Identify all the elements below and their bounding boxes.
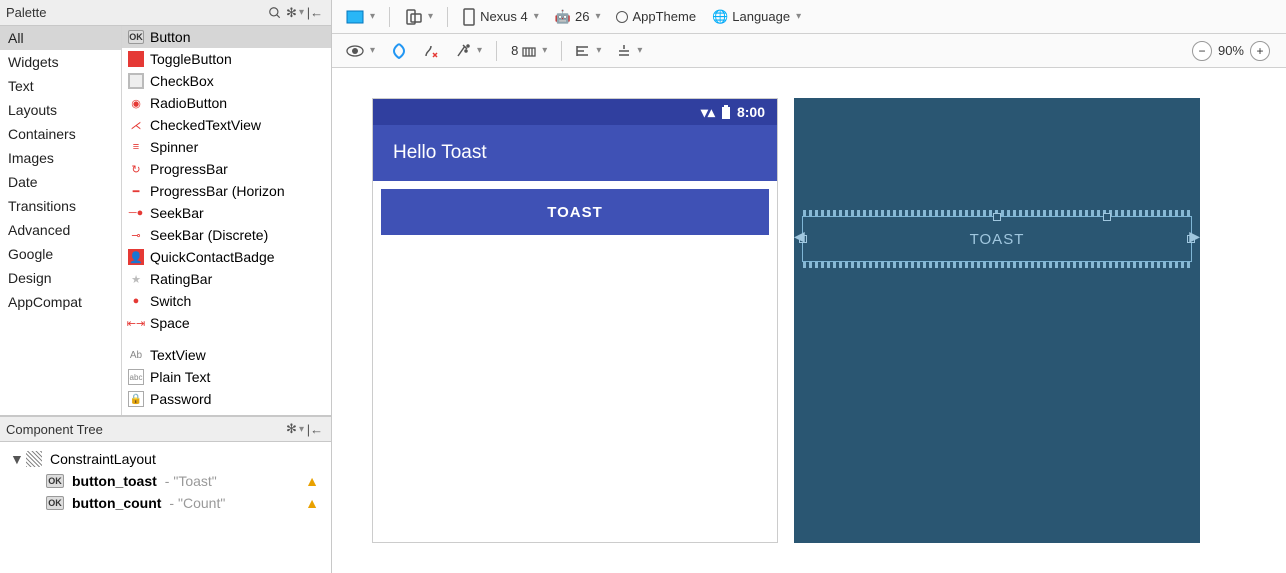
- design-canvas[interactable]: ▾▴ 8:00 Hello Toast TOAST TOAST ◀ ▶: [332, 68, 1286, 573]
- palette-widget-togglebutton[interactable]: ToggleButton: [122, 48, 331, 70]
- gear-icon[interactable]: ✻▾: [285, 419, 305, 439]
- orientation-button[interactable]: ▾: [398, 6, 439, 28]
- tree-root[interactable]: ▼ ConstraintLayout: [4, 448, 327, 470]
- constraintlayout-icon: [26, 451, 42, 467]
- design-surface-button[interactable]: ▾: [340, 6, 381, 28]
- palette-category-images[interactable]: Images: [0, 146, 121, 170]
- app-bar: Hello Toast: [373, 125, 777, 181]
- status-bar: ▾▴ 8:00: [373, 99, 777, 125]
- palette-body: All Widgets Text Layouts Containers Imag…: [0, 26, 331, 416]
- palette-category-advanced[interactable]: Advanced: [0, 218, 121, 242]
- theme-selector[interactable]: AppTheme: [610, 7, 702, 26]
- palette-widget-seekbar[interactable]: ─●SeekBar: [122, 202, 331, 224]
- palette-category-layouts[interactable]: Layouts: [0, 98, 121, 122]
- constraint-handle-top[interactable]: [993, 213, 1001, 221]
- palette-category-all[interactable]: All: [0, 26, 121, 50]
- left-panel: Palette ✻▾ |← All Widgets Text Layouts C…: [0, 0, 332, 573]
- component-tree-title: Component Tree: [6, 422, 103, 437]
- palette-widget-spinner[interactable]: ≡Spinner: [122, 136, 331, 158]
- clock-label: 8:00: [737, 104, 765, 120]
- palette-category-list: All Widgets Text Layouts Containers Imag…: [0, 26, 122, 415]
- locale-selector[interactable]: 🌐 Language▾: [706, 7, 807, 27]
- component-tree-header: Component Tree ✻▾ |←: [0, 416, 331, 442]
- palette-widget-space[interactable]: ⇤⇥Space: [122, 312, 331, 334]
- collapse-icon[interactable]: |←: [305, 419, 325, 439]
- palette-widget-checkbox[interactable]: CheckBox: [122, 70, 331, 92]
- ok-badge-icon: OK: [46, 474, 64, 488]
- android-icon: 🤖: [555, 9, 571, 25]
- wifi-icon: ▾▴: [701, 104, 715, 121]
- chevron-down-icon[interactable]: ▼: [10, 451, 22, 467]
- palette-header: Palette ✻▾ |←: [0, 0, 331, 26]
- autoconnect-button[interactable]: [385, 41, 413, 61]
- palette-category-text[interactable]: Text: [0, 74, 121, 98]
- constraint-handle-top-2[interactable]: [1103, 213, 1111, 221]
- globe-icon: 🌐: [712, 9, 728, 25]
- warning-icon[interactable]: ▲: [305, 473, 319, 489]
- blueprint-view[interactable]: TOAST ◀ ▶: [794, 98, 1200, 543]
- view-mode-button[interactable]: ▾: [340, 42, 381, 60]
- zoom-in-button[interactable]: +: [1250, 41, 1270, 61]
- zoom-value: 90%: [1218, 43, 1244, 58]
- design-preview[interactable]: ▾▴ 8:00 Hello Toast TOAST: [372, 98, 778, 543]
- search-icon[interactable]: [265, 3, 285, 23]
- palette-category-google[interactable]: Google: [0, 242, 121, 266]
- palette-widget-quickcontactbadge[interactable]: 👤QuickContactBadge: [122, 246, 331, 268]
- constraint-arrow-left: ◀: [794, 228, 805, 245]
- default-margin-button[interactable]: 8 ▾: [505, 41, 553, 60]
- palette-category-transitions[interactable]: Transitions: [0, 194, 121, 218]
- ok-badge-icon: OK: [46, 496, 64, 510]
- palette-widget-progressbar-h[interactable]: ━ProgressBar (Horizon: [122, 180, 331, 202]
- theme-icon: [616, 11, 628, 23]
- palette-widget-checkedtextview[interactable]: ⋌CheckedTextView: [122, 114, 331, 136]
- collapse-icon[interactable]: |←: [305, 3, 325, 23]
- palette-category-appcompat[interactable]: AppCompat: [0, 290, 121, 314]
- palette-widget-button[interactable]: OKButton: [122, 26, 331, 48]
- palette-widget-textview[interactable]: AbTextView: [122, 344, 331, 366]
- align-button[interactable]: ▾: [570, 42, 607, 60]
- constraint-arrow-right: ▶: [1189, 228, 1200, 245]
- tree-item-button-count[interactable]: OK button_count - "Count" ▲: [4, 492, 327, 514]
- api-selector[interactable]: 🤖 26▾: [549, 7, 607, 27]
- palette-category-widgets[interactable]: Widgets: [0, 50, 121, 74]
- device-selector[interactable]: Nexus 4▾: [456, 6, 545, 28]
- app-title: Hello Toast: [393, 142, 487, 164]
- palette-category-date[interactable]: Date: [0, 170, 121, 194]
- design-area: ▾ ▾ Nexus 4▾ 🤖 26▾ AppTheme 🌐 Language▾ …: [332, 0, 1286, 573]
- palette-widget-list: OKButton ToggleButton CheckBox ◉RadioBut…: [122, 26, 331, 415]
- zoom-out-button[interactable]: −: [1192, 41, 1212, 61]
- palette-widget-radiobutton[interactable]: ◉RadioButton: [122, 92, 331, 114]
- palette-category-containers[interactable]: Containers: [0, 122, 121, 146]
- tree-item-button-toast[interactable]: OK button_toast - "Toast" ▲: [4, 470, 327, 492]
- guideline-button[interactable]: ▾: [611, 42, 648, 60]
- palette-title: Palette: [6, 5, 46, 20]
- palette-widget-plaintext[interactable]: abcPlain Text: [122, 366, 331, 388]
- zoom-controls: − 90% +: [1192, 41, 1278, 61]
- palette-category-design[interactable]: Design: [0, 266, 121, 290]
- design-toolbar: ▾ ▾ 8 ▾ ▾ ▾ − 90% +: [332, 34, 1286, 68]
- palette-widget-switch[interactable]: ●Switch: [122, 290, 331, 312]
- palette-widget-ratingbar[interactable]: ★RatingBar: [122, 268, 331, 290]
- gear-icon[interactable]: ✻▾: [285, 3, 305, 23]
- palette-widget-progressbar[interactable]: ↻ProgressBar: [122, 158, 331, 180]
- clear-constraints-button[interactable]: [417, 41, 445, 61]
- component-tree: ▼ ConstraintLayout OK button_toast - "To…: [0, 442, 331, 573]
- button-toast-blueprint[interactable]: TOAST: [802, 216, 1192, 262]
- palette-widget-password[interactable]: 🔒Password: [122, 388, 331, 410]
- config-toolbar: ▾ ▾ Nexus 4▾ 🤖 26▾ AppTheme 🌐 Language▾: [332, 0, 1286, 34]
- palette-widget-seekbar-d[interactable]: ⊸SeekBar (Discrete): [122, 224, 331, 246]
- infer-constraints-button[interactable]: ▾: [449, 41, 488, 61]
- warning-icon[interactable]: ▲: [305, 495, 319, 511]
- battery-icon: [721, 105, 731, 119]
- button-toast-preview[interactable]: TOAST: [381, 189, 769, 235]
